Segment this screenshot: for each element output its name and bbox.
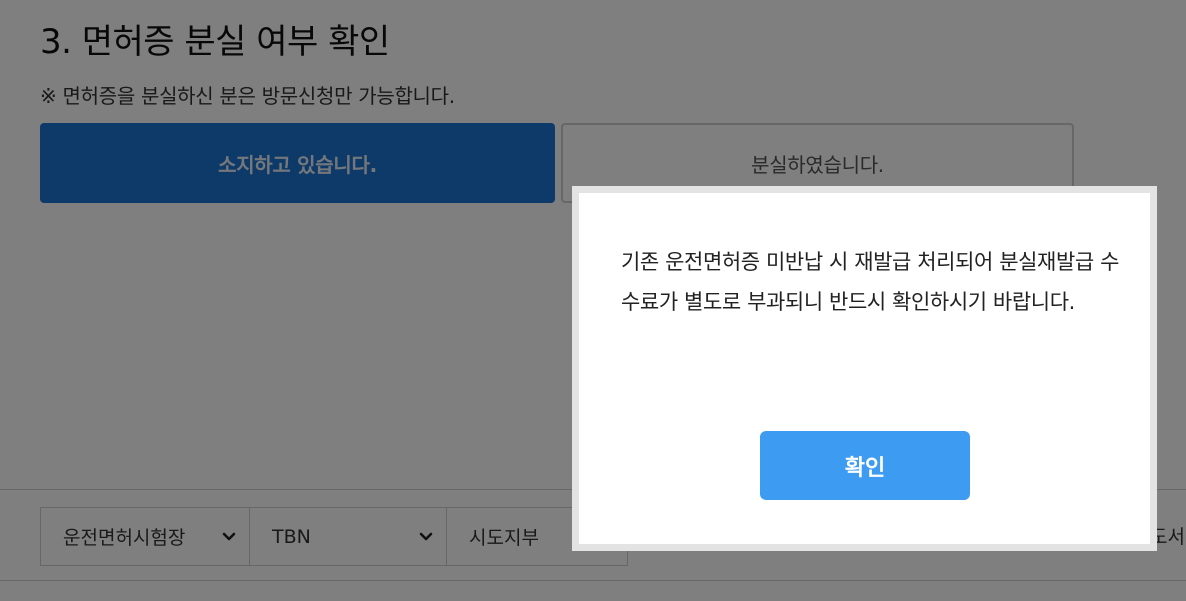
modal-message: 기존 운전면허증 미반납 시 재발급 처리되어 분실재발급 수수료가 별도로 부… [621, 250, 1120, 314]
confirm-button[interactable]: 확인 [760, 431, 970, 500]
alert-modal: 기존 운전면허증 미반납 시 재발급 처리되어 분실재발급 수수료가 별도로 부… [572, 186, 1157, 551]
